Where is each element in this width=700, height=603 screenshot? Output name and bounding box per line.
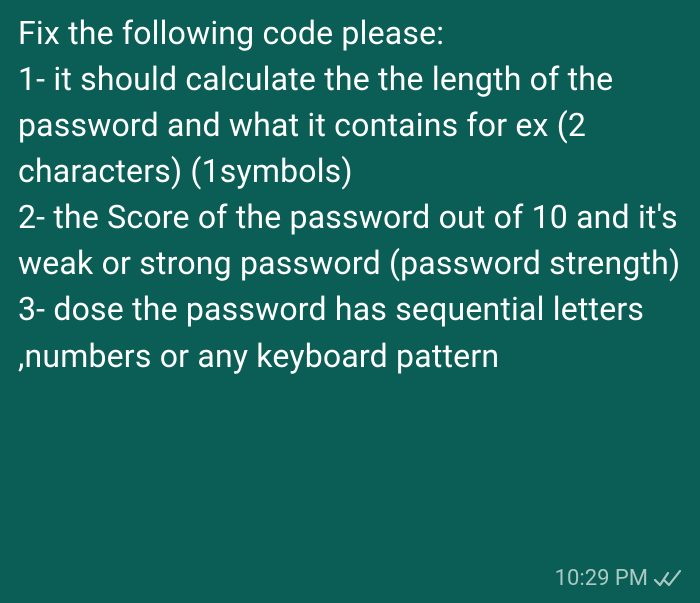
chat-message-bubble: Fix the following code please: 1- it sho… <box>0 0 700 603</box>
message-text[interactable]: Fix the following code please: 1- it sho… <box>18 10 682 379</box>
message-timestamp: 10:29 PM <box>555 566 648 591</box>
delivery-status-icon <box>654 569 682 589</box>
message-footer: 10:29 PM <box>555 566 682 591</box>
